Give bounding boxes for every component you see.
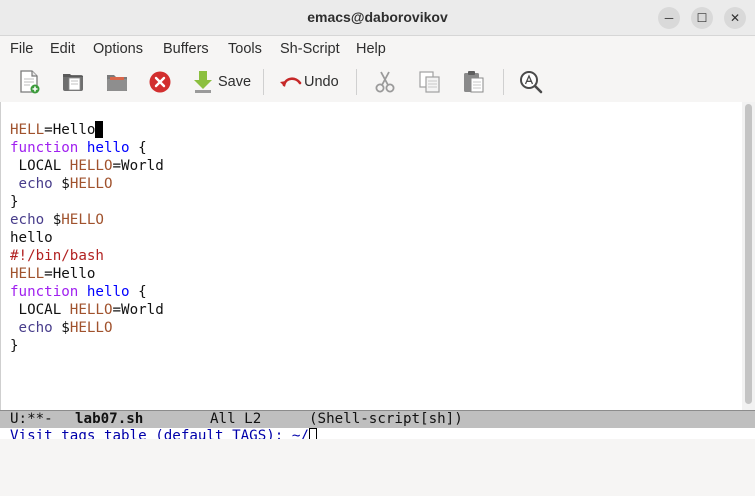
code-token: HELLO [69, 176, 113, 192]
cut-icon [375, 71, 395, 93]
text-cursor [95, 121, 104, 138]
menu-sh-script[interactable]: Sh-Script [280, 41, 340, 57]
search-icon [520, 71, 543, 94]
menu-buffers[interactable]: Buffers [163, 41, 209, 57]
code-token: $ [52, 176, 70, 192]
title-bar: emacs@daborovikov ─ ☐ ✕ [0, 0, 755, 36]
code-line: #!/bin/bash [10, 247, 104, 265]
toolbar-separator [263, 69, 264, 95]
menu-tools[interactable]: Tools [228, 41, 262, 57]
code-token: HELL [10, 266, 45, 282]
save-button[interactable]: Save [192, 68, 251, 96]
code-line: hello [10, 229, 53, 247]
minimize-button[interactable]: ─ [658, 7, 680, 29]
copy-icon [419, 71, 440, 93]
code-line: function hello { [10, 283, 147, 301]
paste-button[interactable] [461, 68, 487, 96]
buffer-name[interactable]: lab07.sh [75, 411, 143, 428]
window-title: emacs@daborovikov [307, 9, 448, 25]
save-label: Save [218, 74, 252, 90]
cut-button[interactable] [372, 68, 398, 96]
toolbar-separator [356, 69, 357, 95]
code-line: echo $HELLO [10, 175, 113, 193]
buffer-status: U:**- [10, 411, 53, 427]
minibuffer[interactable]: Visit tags table (default TAGS): ~/ [0, 428, 755, 439]
kill-buffer-button[interactable] [147, 68, 173, 96]
major-mode[interactable]: (Shell-script[sh]) [309, 411, 463, 428]
close-window-button[interactable]: ✕ [724, 7, 746, 29]
code-token: echo [18, 176, 53, 192]
code-token: =Hello [44, 122, 96, 138]
code-token: hello [10, 230, 53, 246]
code-token: } [10, 338, 19, 354]
menu-bar: File Edit Options Buffers Tools Sh-Scrip… [0, 36, 755, 62]
code-token: LOCAL [10, 302, 70, 318]
code-token: =World [112, 302, 164, 318]
code-token: HELL [10, 122, 45, 138]
code-token: function [10, 284, 79, 300]
new-file-button[interactable] [16, 68, 42, 96]
code-token: $ [52, 320, 70, 336]
new-file-icon [20, 70, 40, 94]
code-line: function hello { [10, 139, 147, 157]
code-line: } [10, 193, 19, 211]
undo-button[interactable]: Undo [278, 68, 339, 96]
paste-icon [464, 71, 484, 93]
code-token: $ [44, 212, 62, 228]
close-buffer-icon [149, 71, 171, 93]
menu-file[interactable]: File [10, 41, 33, 57]
code-token: #!/bin/bash [10, 248, 104, 264]
menu-help[interactable]: Help [356, 41, 386, 57]
code-token: echo [18, 320, 53, 336]
undo-label: Undo [304, 74, 339, 90]
code-token: { [129, 140, 147, 156]
search-button[interactable] [518, 68, 544, 96]
code-token: function [10, 140, 79, 156]
code-line: echo $HELLO [10, 319, 113, 337]
code-token: hello [86, 140, 130, 156]
menu-options[interactable]: Options [93, 41, 143, 57]
code-token: HELLO [61, 212, 104, 228]
code-token: LOCAL [10, 158, 70, 174]
mode-line: U:**- lab07.sh All L2 (Shell-script[sh]) [0, 410, 755, 428]
code-line: LOCAL HELLO=World [10, 157, 164, 175]
undo-icon [280, 77, 302, 87]
menu-edit[interactable]: Edit [50, 41, 75, 57]
buffer-position: All L2 [210, 411, 262, 427]
code-line: HELL=Hello [10, 121, 104, 139]
toolbar-separator [503, 69, 504, 95]
scrollbar-thumb[interactable] [745, 104, 752, 404]
code-token: HELLO [69, 320, 113, 336]
vertical-scrollbar[interactable] [742, 102, 755, 410]
minibuffer-cursor [308, 428, 317, 439]
code-line: echo $HELLO [10, 211, 104, 229]
open-folder-icon [63, 74, 83, 91]
open-directory-button[interactable] [104, 68, 130, 96]
minibuffer-prompt: Visit tags table (default TAGS): ~/ [10, 428, 309, 439]
copy-button[interactable] [417, 68, 443, 96]
code-token: } [10, 194, 19, 210]
code-token: hello [86, 284, 130, 300]
code-line: } [10, 337, 19, 355]
open-directory-icon [107, 75, 127, 91]
code-token: { [129, 284, 147, 300]
maximize-button[interactable]: ☐ [691, 7, 713, 29]
open-file-button[interactable] [60, 68, 86, 96]
code-line: HELL=Hello [10, 265, 95, 283]
toolbar: Save Undo [0, 62, 755, 102]
save-icon [194, 71, 212, 93]
code-line: LOCAL HELLO=World [10, 301, 164, 319]
code-token: HELLO [69, 158, 113, 174]
code-token: =World [112, 158, 164, 174]
code-token: HELLO [69, 302, 113, 318]
code-token: =Hello [44, 266, 96, 282]
code-token: echo [10, 212, 45, 228]
